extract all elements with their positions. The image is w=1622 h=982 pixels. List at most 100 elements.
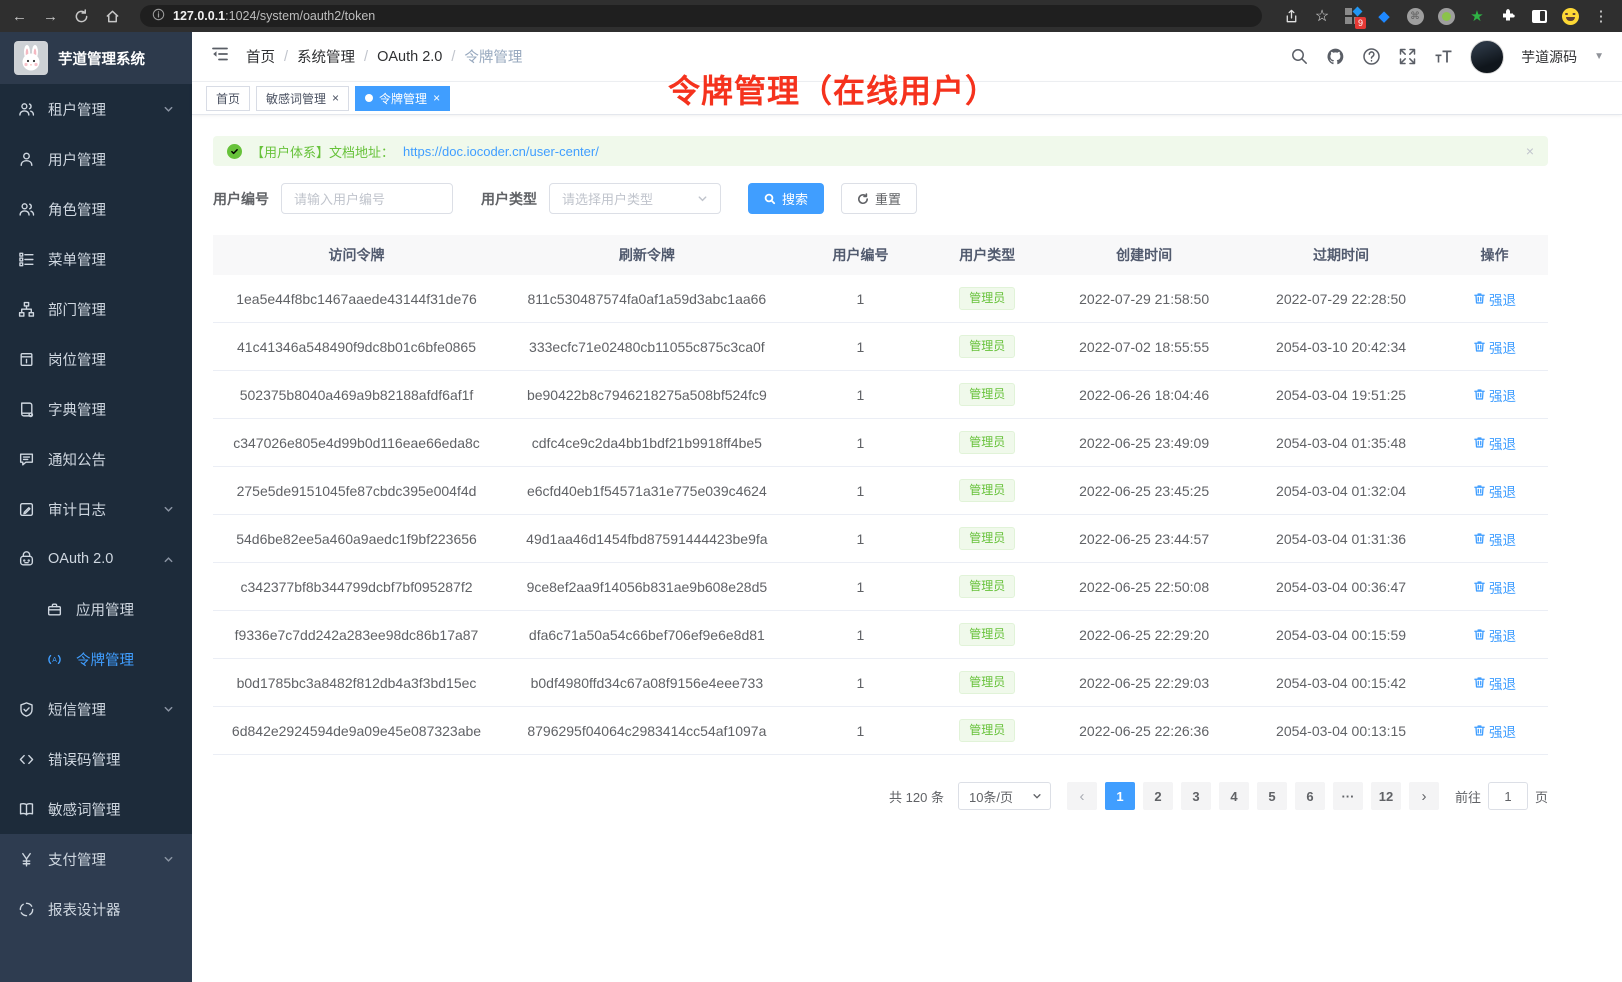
sidebar-item-menu[interactable]: 菜单管理 (0, 234, 192, 284)
sidebar-item-audit-log[interactable]: 审计日志 (0, 484, 192, 534)
user-type-badge: 管理员 (959, 623, 1015, 645)
reload-icon[interactable] (74, 9, 89, 24)
page-button-2[interactable]: 2 (1143, 782, 1173, 810)
trash-icon (1473, 484, 1486, 497)
goto-page-input[interactable]: 1 (1488, 782, 1528, 810)
star-extension-icon[interactable]: ★ (1468, 7, 1486, 25)
force-logout-button[interactable]: 强退 (1473, 385, 1516, 405)
page-button-3[interactable]: 3 (1181, 782, 1211, 810)
address-bar[interactable]: 127.0.0.1:1024/system/oauth2/token (140, 5, 1262, 27)
user-id-cell: 1 (794, 339, 928, 355)
puzzle-extensions-icon[interactable] (1499, 7, 1517, 25)
close-icon[interactable]: × (433, 92, 440, 104)
sidebar-item-oauth2-app[interactable]: 应用管理 (0, 584, 192, 634)
search-button[interactable]: 搜索 (748, 183, 824, 214)
breadcrumb-oauth[interactable]: OAuth 2.0 (377, 49, 442, 65)
force-logout-button[interactable]: 强退 (1473, 337, 1516, 357)
page-button-1[interactable]: 1 (1105, 782, 1135, 810)
user-type-badge: 管理员 (959, 479, 1015, 501)
page-size-select[interactable]: 10条/页 (958, 782, 1051, 810)
close-icon[interactable]: × (332, 92, 339, 104)
view-tab[interactable]: 敏感词管理× (256, 86, 349, 111)
search-icon[interactable] (1290, 47, 1309, 66)
next-page-button[interactable]: › (1409, 782, 1439, 810)
share-icon[interactable] (1282, 7, 1300, 25)
sidebar-item-notice[interactable]: 通知公告 (0, 434, 192, 484)
page-button-12[interactable]: 12 (1371, 782, 1401, 810)
page-more-button[interactable]: ··· (1333, 782, 1363, 810)
sidebar-item-user[interactable]: 用户管理 (0, 134, 192, 184)
recorder-extension-icon[interactable] (1437, 7, 1455, 25)
table-row: 1ea5e44f8bc1467aaede43144f31de76811c5304… (213, 275, 1548, 323)
browser-menu-icon[interactable]: ⋮ (1592, 7, 1610, 25)
profile-emoji-icon[interactable] (1561, 7, 1579, 25)
extension-grid-icon[interactable]: 9 (1344, 7, 1362, 25)
code-icon (18, 751, 35, 768)
sidebar-item-oauth2[interactable]: OAuth 2.0 (0, 534, 192, 584)
page-button-5[interactable]: 5 (1257, 782, 1287, 810)
yen-icon (18, 851, 35, 868)
sidebar-item-pay[interactable]: 支付管理 (0, 834, 192, 884)
user-type-badge: 管理员 (959, 431, 1015, 453)
sidebar-item-error-code[interactable]: 错误码管理 (0, 734, 192, 784)
sidebar-item-tenant[interactable]: 租户管理 (0, 84, 192, 134)
force-logout-button[interactable]: 强退 (1473, 721, 1516, 741)
sidebar-item-dept[interactable]: 部门管理 (0, 284, 192, 334)
close-icon[interactable]: × (1526, 143, 1534, 159)
expires-at-cell: 2054-03-10 20:42:34 (1241, 339, 1441, 355)
open-book-icon (18, 801, 35, 818)
column-header: 访问令牌 (213, 245, 500, 265)
command-extension-icon[interactable]: ⌘ (1406, 7, 1424, 25)
site-info-icon[interactable] (152, 8, 165, 24)
force-logout-button[interactable]: 强退 (1473, 433, 1516, 453)
back-icon[interactable]: ← (12, 8, 27, 25)
page-button-4[interactable]: 4 (1219, 782, 1249, 810)
sidebar-item-sms[interactable]: 短信管理 (0, 684, 192, 734)
collapse-sidebar-icon[interactable] (210, 44, 230, 69)
view-tab[interactable]: 令牌管理× (355, 86, 450, 111)
github-icon[interactable] (1326, 47, 1345, 66)
force-logout-button[interactable]: 强退 (1473, 481, 1516, 501)
breadcrumb-home[interactable]: 首页 (246, 46, 275, 67)
force-logout-button[interactable]: 强退 (1473, 289, 1516, 309)
svg-text:A: A (52, 656, 57, 663)
breadcrumb-system[interactable]: 系统管理 (297, 46, 355, 67)
force-logout-button[interactable]: 强退 (1473, 625, 1516, 645)
gem-extension-icon[interactable]: ◆ (1375, 7, 1393, 25)
broadcast-icon: A (46, 651, 63, 668)
sidebar-item-sensitive-word[interactable]: 敏感词管理 (0, 784, 192, 834)
chevron-down-icon (163, 854, 174, 865)
side-panel-icon[interactable] (1530, 7, 1548, 25)
bookmark-star-icon[interactable]: ☆ (1313, 7, 1331, 25)
alert-doc-link[interactable]: https://doc.iocoder.cn/user-center/ (403, 144, 599, 159)
user-type-select[interactable]: 请选择用户类型 (549, 183, 721, 214)
access-token-cell: 502375b8040a469a9b82188afdf6af1f (213, 387, 500, 403)
user-id-input[interactable]: 请输入用户编号 (281, 183, 453, 214)
forward-icon[interactable]: → (43, 8, 58, 25)
view-tab[interactable]: 首页 (206, 86, 250, 111)
user-avatar[interactable] (1470, 40, 1504, 74)
sidebar-item-dict[interactable]: 字典管理 (0, 384, 192, 434)
sidebar-item-oauth2-token[interactable]: A令牌管理 (0, 634, 192, 684)
force-logout-button[interactable]: 强退 (1473, 577, 1516, 597)
reset-button[interactable]: 重置 (841, 183, 917, 214)
fullscreen-icon[interactable] (1398, 47, 1417, 66)
page-button-6[interactable]: 6 (1295, 782, 1325, 810)
sidebar-item-report-designer[interactable]: 报表设计器 (0, 884, 192, 934)
table-row: 275e5de9151045fe87cbdc395e004f4de6cfd40e… (213, 467, 1548, 515)
font-size-icon[interactable] (1434, 47, 1453, 66)
prev-page-button[interactable]: ‹ (1067, 782, 1097, 810)
home-icon[interactable] (105, 9, 120, 24)
force-logout-button[interactable]: 强退 (1473, 529, 1516, 549)
user-icon (18, 151, 35, 168)
sidebar-item-role[interactable]: 角色管理 (0, 184, 192, 234)
user-type-badge: 管理员 (959, 287, 1015, 309)
chevron-down-icon[interactable]: ▼ (1594, 51, 1604, 62)
force-logout-button[interactable]: 强退 (1473, 673, 1516, 693)
help-icon[interactable] (1362, 47, 1381, 66)
sidebar-item-post[interactable]: 岗位管理 (0, 334, 192, 384)
created-at-cell: 2022-07-02 18:55:55 (1047, 339, 1241, 355)
refresh-token-cell: cdfc4ce9c2da4bb1bdf21b9918ff4be5 (500, 435, 794, 451)
username[interactable]: 芋道源码 (1521, 47, 1577, 67)
refresh-token-cell: 333ecfc71e02480cb11055c875c3ca0f (500, 339, 794, 355)
